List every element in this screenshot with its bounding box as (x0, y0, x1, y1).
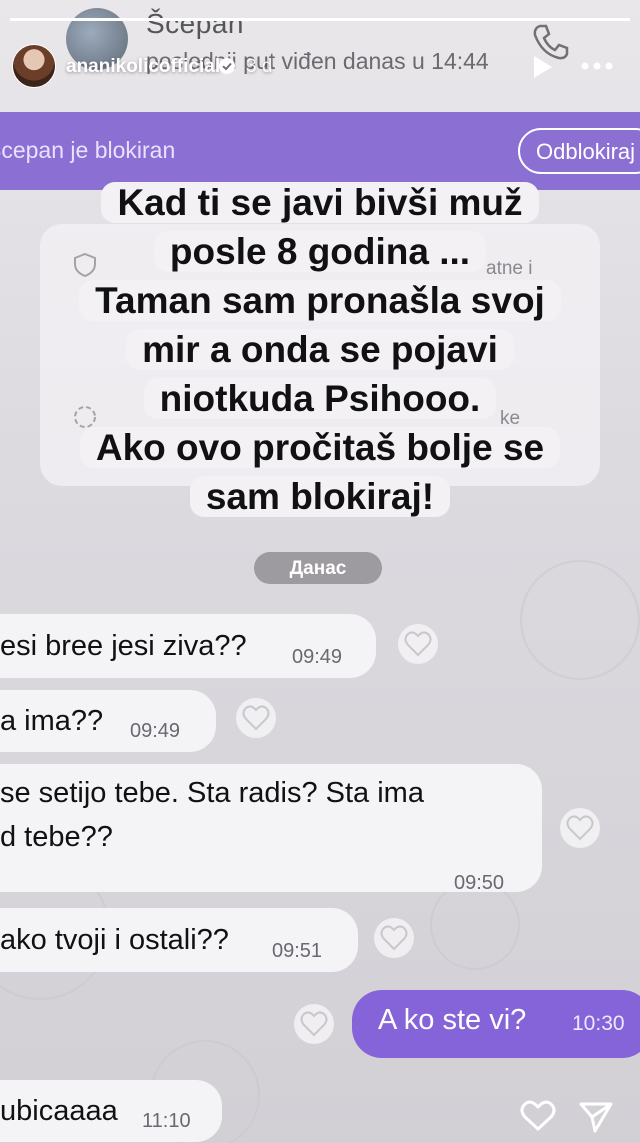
message-text: a ima?? (0, 705, 104, 737)
caption-line: mir a onda se pojavi (22, 325, 618, 374)
message-text: d tebe?? (0, 821, 113, 853)
play-icon[interactable] (530, 54, 554, 80)
message-time: 10:30 (572, 1012, 625, 1035)
date-divider: Данас (254, 552, 382, 584)
react-heart-button[interactable] (398, 624, 438, 664)
message-time: 09:51 (272, 940, 323, 962)
message-bubble-incoming[interactable]: esi bree jesi ziva?? 09:49 (0, 614, 376, 678)
react-heart-button[interactable] (236, 698, 276, 738)
more-options-icon[interactable] (580, 58, 614, 74)
react-heart-button[interactable] (374, 918, 414, 958)
story-username[interactable]: ananikolicofficial (66, 56, 220, 78)
message-time: 09:49 (292, 646, 343, 668)
caption-line: Ako ovo pročitaš bolje se (22, 423, 618, 472)
caption-line: Taman sam pronašla svoj (22, 276, 618, 325)
caption-line: posle 8 godina ... (22, 227, 618, 276)
contact-name: Šcepan (146, 8, 244, 39)
message-text: se setijo tebe. Sta radis? Sta ima (0, 777, 424, 809)
verified-badge-icon (219, 58, 235, 74)
heart-icon[interactable] (520, 1100, 556, 1132)
heart-icon (380, 925, 408, 951)
message-bubble-outgoing[interactable]: A ko ste vi? 10:30 (352, 990, 640, 1058)
heart-icon (242, 705, 270, 731)
message-text: ubicaaaa (0, 1095, 118, 1127)
message-text: ako tvoji i ostali?? (0, 924, 229, 956)
story-viewer: Šcepan poslednji put viđen danas u 14:44… (0, 0, 640, 1143)
message-time: 11:10 (142, 1110, 191, 1132)
unblock-button[interactable]: Odblokiraj (518, 128, 640, 174)
message-text: A ko ste vi? (378, 1004, 527, 1036)
caption-line: sam blokiraj! (22, 472, 618, 521)
message-bubble-incoming[interactable]: ubicaaaa 11:10 (0, 1080, 222, 1142)
story-posted-ago: 3 d (246, 56, 273, 77)
message-bubble-incoming[interactable]: ako tvoji i ostali?? 09:51 (0, 908, 358, 972)
react-heart-button[interactable] (560, 808, 600, 848)
heart-icon (404, 631, 432, 657)
heart-icon (566, 815, 594, 841)
paper-plane-icon[interactable] (578, 1100, 614, 1134)
story-caption: Kad ti se javi bivši muž posle 8 godina … (22, 178, 618, 521)
message-bubble-incoming[interactable]: se setijo tebe. Sta radis? Sta ima d teb… (0, 764, 542, 894)
message-time: 09:49 (130, 720, 181, 742)
caption-line: Kad ti se javi bivši muž (22, 178, 618, 227)
blocked-notice: Šcepan je blokiran (0, 137, 176, 163)
message-text: esi bree jesi ziva?? (0, 630, 247, 662)
react-heart-button[interactable] (294, 1004, 334, 1044)
caption-line: niotkuda Psihooo. (22, 374, 618, 423)
story-progress-fill (10, 18, 630, 21)
story-avatar[interactable] (12, 44, 56, 88)
message-bubble-incoming[interactable]: a ima?? 09:49 (0, 690, 216, 752)
story-progress-bar (10, 18, 630, 21)
heart-icon (300, 1011, 328, 1037)
message-time: 09:50 (454, 872, 505, 894)
